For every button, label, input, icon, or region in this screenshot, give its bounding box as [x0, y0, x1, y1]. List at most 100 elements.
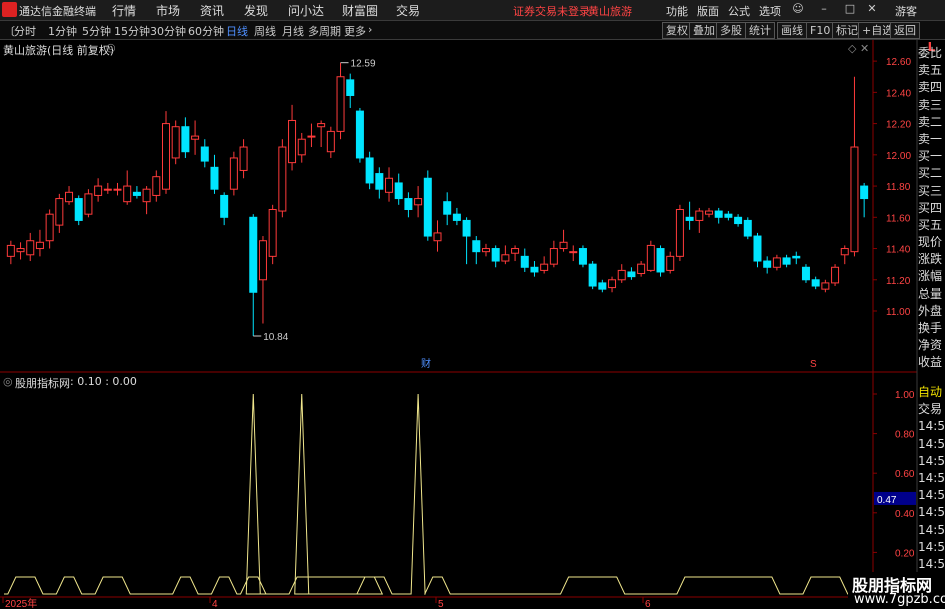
candle-body-4: [45, 213, 54, 242]
candle-body-87: [850, 146, 859, 253]
candle-body-65: [637, 263, 646, 275]
auto-label[interactable]: 自动: [918, 384, 945, 401]
indicator-series: [4, 393, 871, 595]
quote-label-8: 买三: [918, 183, 943, 198]
chart-grid: [0, 40, 918, 609]
date-label-3: 6: [645, 599, 651, 609]
quote-label-14: 总量: [918, 286, 943, 301]
candle-body-5: [55, 198, 64, 226]
panel-collapse-icon[interactable]: ◇ ✕: [848, 42, 869, 55]
quote-label-3: 卖三: [918, 97, 943, 112]
cai-marker: 财: [421, 357, 431, 370]
time-entry-7: 14:56: [918, 539, 945, 554]
candle-body-64: [627, 271, 636, 278]
candle-body-51: [501, 254, 510, 262]
date-label-0: 2025年: [5, 597, 37, 609]
candle-body-45: [443, 201, 452, 215]
candle-body-36: [355, 110, 364, 159]
candle-body-48: [472, 240, 481, 253]
candle-body-14: [142, 188, 151, 203]
current-value-label: 0.47: [877, 495, 897, 506]
high-label: 12.59: [351, 59, 376, 70]
quote-label-7: 买二: [918, 166, 943, 181]
price-tick-label-0: 12.60: [886, 57, 911, 68]
quote-label-4: 卖二: [918, 114, 943, 129]
ind-tick-label-2: 0.60: [895, 469, 915, 480]
candle-body-13: [132, 191, 141, 196]
chart-axes: 12.60 12.40 12.20 12.00 11.80 11.60 11.40 11.20…: [5, 57, 916, 609]
candle-body-10: [103, 188, 112, 191]
price-tick-label-2: 12.20: [886, 120, 911, 131]
candle-body-58: [569, 251, 578, 254]
candle-body-49: [481, 248, 490, 253]
candle-body-34: [336, 76, 345, 132]
trade-label[interactable]: 交易: [918, 401, 945, 418]
main-panel-title: 黄山旅游(日线 前复权): [3, 44, 115, 57]
candle-body-29: [288, 119, 297, 164]
quote-label-18: 收益: [918, 355, 943, 370]
candle-body-23: [229, 157, 238, 190]
candle-body-37: [365, 157, 374, 184]
candle-body-46: [452, 213, 461, 221]
ind-tick-label-3: 0.40: [895, 509, 915, 520]
candle-body-33: [326, 130, 335, 153]
candle-body-41: [404, 198, 413, 210]
candle-body-18: [181, 126, 190, 153]
candle-body-71: [695, 210, 704, 221]
candle-body-52: [511, 248, 520, 254]
candle-body-86: [840, 248, 849, 256]
candle-body-9: [94, 185, 103, 196]
indicator-line: [4, 393, 871, 595]
ind-tick-label-4: 0.20: [895, 548, 915, 559]
candle-body-57: [559, 241, 568, 250]
indicator-settings-icon[interactable]: ◎: [3, 375, 13, 388]
quote-label-17: 净资: [918, 338, 943, 353]
quote-label-11: 现价: [918, 235, 943, 250]
candle-body-63: [617, 269, 626, 281]
time-entry-4: 14:56: [918, 488, 945, 503]
candle-body-40: [394, 182, 403, 200]
time-entry-1: 14:56: [918, 436, 945, 451]
quote-label-5: 卖一: [918, 131, 943, 146]
candle-body-69: [675, 208, 684, 257]
candle-body-72: [705, 210, 714, 215]
candle-body-25: [249, 216, 258, 293]
candle-body-60: [588, 263, 597, 287]
quote-label-15: 外盘: [918, 303, 943, 318]
candle-body-15: [152, 176, 161, 196]
candle-body-59: [578, 248, 587, 265]
candle-body-73: [714, 210, 723, 218]
indicator-panel-title: 股朋指标网: [15, 377, 70, 390]
time-entry-0: 14:56: [918, 419, 945, 434]
indicator-values: : 0.10 : 0.00: [70, 375, 137, 388]
time-entry-5: 14:56: [918, 505, 945, 520]
candle-body-28: [278, 146, 287, 212]
watermark-line2: www.7gpzb.com: [854, 592, 945, 607]
candle-body-2: [26, 240, 35, 256]
candle-body-77: [753, 235, 762, 262]
time-entry-2: 14:56: [918, 453, 945, 468]
candle-body-80: [782, 257, 791, 265]
candle-body-24: [239, 146, 248, 171]
quote-label-1: 卖五: [918, 63, 943, 78]
price-tick-label-6: 11.40: [886, 245, 911, 256]
ind-tick-label-1: 0.80: [895, 430, 915, 441]
candle-body-53: [520, 255, 529, 268]
panel-settings-icon[interactable]: ◎: [106, 41, 116, 54]
candle-body-62: [608, 279, 617, 289]
price-chart-svg[interactable]: 12.60 12.40 12.20 12.00 11.80 11.60 11.40 11.20…: [0, 0, 945, 609]
candle-body-32: [317, 123, 326, 128]
candle-body-42: [414, 198, 423, 206]
candle-body-16: [161, 123, 170, 190]
candle-body-82: [801, 266, 810, 281]
candle-body-56: [549, 248, 558, 265]
quote-label-9: 买四: [918, 200, 943, 215]
candle-body-50: [491, 248, 500, 262]
candle-body-67: [656, 248, 665, 273]
candle-body-79: [772, 257, 781, 268]
quote-label-2: 卖四: [918, 80, 943, 95]
price-tick-label-4: 11.80: [886, 182, 911, 193]
candle-body-8: [84, 193, 93, 215]
quote-sidebar: 委比 卖五 卖四 卖三 卖二 卖一 买一 买二 买三 买四 买五 现价 涨跌 涨幅 总量 外盘 换手 净资 收益: [918, 45, 945, 372]
candle-body-27: [268, 208, 277, 257]
